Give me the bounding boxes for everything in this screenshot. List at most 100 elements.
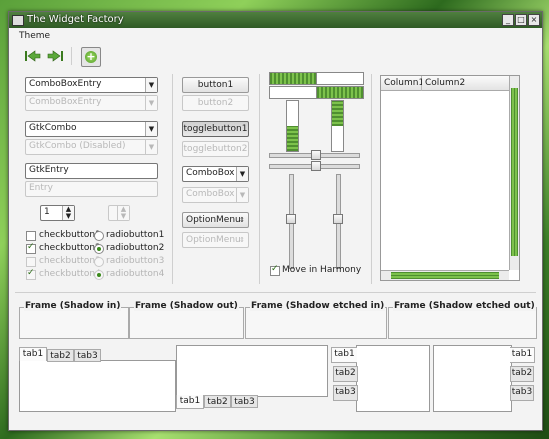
frame-shadow-out: Frame (Shadow out)	[129, 301, 244, 339]
menu-bar: Theme	[9, 29, 542, 43]
horizontal-scrollbar[interactable]	[381, 270, 509, 280]
optionmenu[interactable]: OptionMenu ⇕	[182, 212, 249, 228]
button1[interactable]: button1	[182, 77, 249, 93]
hscale-1-slider[interactable]	[311, 150, 321, 160]
gtk-combo[interactable]: GtkCombo ▼	[25, 121, 158, 137]
spin-arrows-icon[interactable]: ▲ ▼	[62, 206, 74, 220]
togglebutton1[interactable]: togglebutton1	[182, 121, 249, 137]
notebook-bottom-tab3[interactable]: tab3	[231, 395, 258, 408]
widget-factory-window: The Widget Factory _ □ × Theme + ComboBo…	[8, 11, 543, 431]
notebook-left-tab1[interactable]: tab1	[331, 347, 357, 363]
gtk-combo-disabled: GtkCombo (Disabled) ▼	[25, 139, 158, 155]
notebook-top-tab1[interactable]: tab1	[19, 347, 47, 361]
combobox-entry-value: ComboBoxEntry	[29, 79, 102, 89]
frame-shadow-etched-in: Frame (Shadow etched in)	[245, 301, 387, 339]
progress-fill	[270, 73, 317, 84]
gtk-entry[interactable]: GtkEntry	[25, 163, 158, 179]
app-icon	[12, 15, 24, 26]
window-title: The Widget Factory	[27, 14, 124, 25]
checkbutton2-label: checkbutton2	[39, 243, 101, 253]
checkbutton4-box	[26, 268, 36, 280]
column-separator	[259, 74, 260, 284]
radiobutton3-label: radiobutton3	[106, 256, 165, 266]
checkbutton2-box[interactable]	[26, 242, 36, 254]
tree-view[interactable]: Column1 Column2	[380, 75, 520, 281]
optionmenu-label: OptionMenu	[186, 215, 241, 225]
spin-value: 1	[44, 207, 50, 217]
notebook-right-tab2[interactable]: tab2	[510, 366, 534, 382]
notebook-bottom-tab2[interactable]: tab2	[204, 395, 231, 408]
checkbutton3-box	[26, 257, 36, 267]
move-in-harmony-label: Move in Harmony	[282, 265, 362, 275]
close-button[interactable]: ×	[528, 14, 540, 26]
hscale-2-slider[interactable]	[311, 161, 321, 171]
combobox-disabled-value: ComboBox	[186, 189, 235, 199]
maximize-button[interactable]: □	[515, 14, 527, 26]
column-separator	[172, 74, 173, 284]
chevron-down-icon[interactable]: ▼	[236, 167, 248, 181]
notebook-right-pane	[433, 345, 512, 412]
combobox[interactable]: ComboBox ▼	[182, 166, 249, 182]
checkbutton1-box[interactable]	[26, 231, 36, 241]
vscale-1-slider[interactable]	[286, 214, 296, 224]
frame-shadow-etched-out: Frame (Shadow etched out)	[388, 301, 537, 339]
title-bar[interactable]: The Widget Factory _ □ ×	[9, 12, 542, 28]
notebook-bottom-pane	[176, 345, 328, 397]
move-in-harmony-check[interactable]	[270, 264, 280, 276]
notebook-right-tab1[interactable]: tab1	[510, 347, 535, 363]
notebook-right-tab3[interactable]: tab3	[510, 385, 534, 401]
entry-disabled-value: Entry	[29, 183, 53, 193]
notebook-left-tab3[interactable]: tab3	[333, 385, 358, 401]
scrollbar-thumb[interactable]	[391, 272, 499, 279]
frame-shadow-in-label: Frame (Shadow in)	[24, 301, 122, 311]
frame-shadow-out-label: Frame (Shadow out)	[134, 301, 239, 311]
radiobutton2-label: radiobutton2	[106, 243, 165, 253]
radiobutton1-dot[interactable]	[94, 231, 104, 241]
add-button[interactable]: +	[81, 47, 101, 67]
radiobutton2-dot[interactable]	[94, 244, 104, 254]
frame-shadow-etched-out-label: Frame (Shadow etched out)	[393, 301, 536, 311]
frame-shadow-etched-in-label: Frame (Shadow etched in)	[250, 301, 386, 311]
scrollbar-thumb[interactable]	[511, 88, 518, 256]
menu-theme[interactable]: Theme	[19, 31, 50, 41]
checkbutton3-label: checkbutton3	[39, 256, 101, 266]
combobox-entry-disabled-value: ComboBoxEntry	[29, 97, 102, 107]
toolbar: +	[19, 45, 101, 67]
add-icon: +	[85, 50, 97, 63]
chevron-down-icon[interactable]: ▼	[145, 122, 157, 136]
optionmenu-disabled-label: OptionMenu	[186, 235, 241, 245]
gtk-combo-disabled-value: GtkCombo (Disabled)	[29, 141, 126, 151]
notebook-bottom-tab1[interactable]: tab1	[176, 395, 204, 409]
radiobutton1-label: radiobutton1	[106, 230, 165, 240]
progress-bar-h2	[316, 86, 364, 99]
gtk-combo-value: GtkCombo	[29, 123, 77, 133]
notebook-top-pane	[19, 360, 176, 412]
spin-button-disabled: ▲ ▼	[108, 205, 130, 221]
notebook-top-tab2[interactable]: tab2	[47, 349, 74, 362]
chevron-down-icon: ▼	[145, 96, 157, 110]
progress-bar-v2	[331, 100, 344, 152]
notebook-left-tab2[interactable]: tab2	[333, 366, 358, 382]
forward-arrow-icon[interactable]	[47, 50, 63, 62]
combobox-value: ComboBox	[186, 168, 235, 178]
column1-header[interactable]: Column1	[381, 76, 424, 91]
optionmenu-disabled: OptionMenu ⇕	[182, 232, 249, 248]
combobox-entry[interactable]: ComboBoxEntry ▼	[25, 77, 158, 93]
column-separator	[371, 74, 372, 284]
progress-fill	[332, 101, 343, 126]
minimize-button[interactable]: _	[502, 14, 514, 26]
chevron-down-icon[interactable]: ▼	[145, 78, 157, 92]
column2-header[interactable]: Column2	[422, 76, 511, 91]
frame-shadow-in: Frame (Shadow in)	[19, 301, 129, 339]
vscale-2-slider[interactable]	[333, 214, 343, 224]
progress-fill	[287, 126, 298, 151]
checkbutton1-label: checkbutton1	[39, 230, 101, 240]
progress-bar-h1-empty	[316, 72, 364, 85]
togglebutton2: togglebutton2	[182, 141, 249, 157]
back-arrow-icon[interactable]	[25, 50, 41, 62]
radiobutton4-label: radiobutton4	[106, 269, 165, 279]
vertical-scrollbar[interactable]	[509, 76, 519, 270]
spin-button[interactable]: 1 ▲ ▼	[40, 205, 75, 221]
notebook-top-tab3[interactable]: tab3	[74, 349, 101, 362]
chevron-down-icon: ▼	[236, 188, 248, 202]
